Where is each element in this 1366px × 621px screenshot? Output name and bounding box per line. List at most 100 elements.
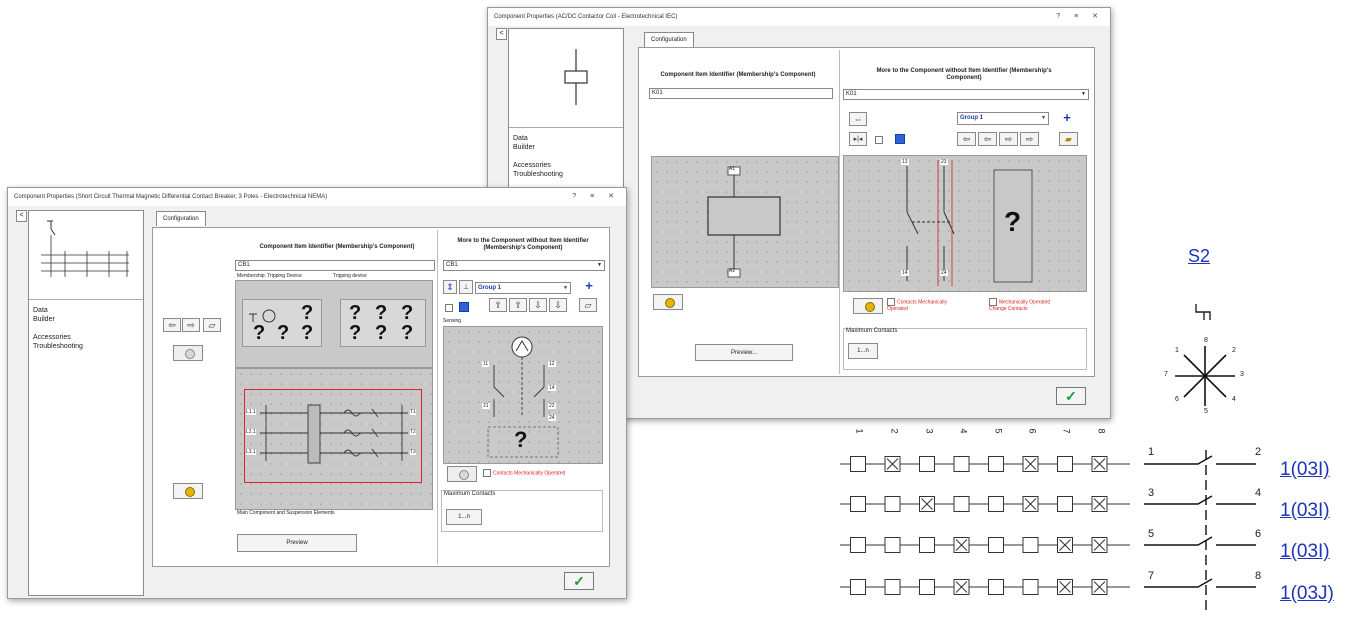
- schematic-title[interactable]: S2: [1188, 246, 1210, 267]
- tripping-device-slot-2: ? ? ? ? ? ?: [340, 299, 426, 347]
- circuit-breaker-properties-window: Component Properties (Short Circuit Ther…: [7, 187, 627, 599]
- truth-table-cell-open: [884, 537, 901, 553]
- preview-button[interactable]: Preview...: [695, 344, 793, 361]
- sidebar-item-troubleshooting[interactable]: Troubleshooting: [33, 342, 83, 351]
- sidebar-item-data[interactable]: Data: [33, 306, 83, 315]
- truth-table-cell-open: [953, 496, 970, 512]
- lightbulb-icon: [865, 302, 875, 312]
- move-right-button[interactable]: ⇨: [182, 318, 200, 332]
- auxiliary-contacts-area: 11 12 14 21 22 24 ?: [443, 326, 603, 464]
- move-down-alt-button[interactable]: ⇩: [549, 298, 567, 312]
- add-group-button[interactable]: +: [581, 279, 597, 293]
- sidebar-item-accessories[interactable]: Accessories: [33, 333, 83, 342]
- membership-component-select[interactable]: K01 ▼: [843, 89, 1089, 100]
- show-symbol-button[interactable]: [173, 345, 203, 361]
- ok-button[interactable]: ✓: [1056, 387, 1086, 405]
- sidebar-item-troubleshooting[interactable]: Troubleshooting: [513, 170, 563, 179]
- options-checkbox[interactable]: [875, 136, 885, 144]
- add-group-button[interactable]: +: [1059, 111, 1075, 125]
- move-left-button[interactable]: ⇦: [163, 318, 181, 332]
- contacts-mech-checkbox[interactable]: Contacts Mechanically Operated: [483, 469, 565, 477]
- chevron-down-icon: ▼: [563, 285, 568, 291]
- max-contacts-button[interactable]: 1...n: [848, 343, 878, 359]
- tab-configuration[interactable]: Configuration: [644, 32, 694, 47]
- window-controls[interactable]: ? ≡ ✕: [572, 188, 620, 206]
- cross-reference-link[interactable]: 1(03I): [1280, 459, 1330, 481]
- cross-reference-link[interactable]: 1(03I): [1280, 500, 1330, 522]
- truth-table-cell-open: [1057, 456, 1073, 472]
- truth-table-cell-open: [919, 579, 935, 595]
- group-select[interactable]: Group 1 ▼: [957, 112, 1049, 125]
- pole-label-l1: L1.1: [246, 409, 256, 415]
- move-left-button[interactable]: ⇦: [957, 132, 976, 146]
- collapse-sidebar-button[interactable]: <: [16, 210, 27, 222]
- configuration-panel: Component Item Identifier (Membership's …: [638, 47, 1095, 377]
- item-identifier-field[interactable]: K01: [649, 88, 833, 99]
- swap-up-down-button[interactable]: ⇕: [443, 280, 457, 294]
- coil-pin-a1: A1: [729, 166, 736, 172]
- move-down-button[interactable]: ⇩: [529, 298, 547, 312]
- column-number: 5: [993, 428, 1004, 434]
- grid-icon: [459, 302, 469, 312]
- eraser-button[interactable]: ▰: [1059, 132, 1078, 146]
- dial-position-8: 8: [1204, 337, 1208, 344]
- sub-label-tripping: Tripping device: [333, 273, 367, 279]
- pole-label-l3: L3.1: [246, 449, 256, 455]
- sidebar-item-builder[interactable]: Builder: [33, 315, 83, 324]
- pole-label-t2: T2: [410, 429, 416, 435]
- item-identifier-title: Component Item Identifier (Membership's …: [660, 72, 816, 78]
- cross-reference-link[interactable]: 1(03I): [1280, 541, 1330, 563]
- sidebar-item-data[interactable]: Data: [513, 134, 563, 143]
- change-contacts-checkbox[interactable]: Mechanically Operated Change Contacts: [989, 298, 1069, 312]
- show-aux-button[interactable]: [447, 466, 477, 482]
- window-title-bar[interactable]: Component Properties (AC/DC Contactor Co…: [488, 8, 1110, 26]
- move-left-alt-button[interactable]: ⇦: [978, 132, 997, 146]
- main-component-area: L1.1 L2.1 L3.1 T1 T2 T3: [235, 368, 433, 510]
- show-contacts-button[interactable]: [853, 298, 883, 314]
- max-contacts-group: Maximum Contacts 1...n: [441, 490, 603, 532]
- coil-symbol-icon: [564, 49, 588, 105]
- tripping-devices-area: ? ? ? ? ? ? ? ? ? ?: [235, 280, 433, 368]
- collapse-sidebar-button[interactable]: <: [496, 28, 507, 40]
- eraser-button[interactable]: ▱: [579, 298, 597, 312]
- dial-position-5: 5: [1204, 408, 1208, 415]
- window-controls[interactable]: ? ≡ ✕: [1056, 8, 1104, 26]
- show-main-button[interactable]: [173, 483, 203, 499]
- unknown-device-placeholder: ?: [301, 322, 314, 344]
- cross-reference-link[interactable]: 1(03J): [1280, 583, 1334, 605]
- truth-table-cell-open: [884, 579, 901, 595]
- ok-button[interactable]: ✓: [564, 572, 594, 590]
- swap-left-right-button[interactable]: ⇔: [849, 112, 867, 126]
- move-right-button[interactable]: ⇨: [999, 132, 1018, 146]
- window-title-bar[interactable]: Component Properties (Short Circuit Ther…: [8, 188, 626, 206]
- move-right-alt-button[interactable]: ⇨: [1020, 132, 1039, 146]
- truth-table: [840, 456, 1130, 595]
- show-symbol-button[interactable]: [653, 294, 683, 310]
- options-checkbox[interactable]: [445, 303, 455, 312]
- item-identifier-field[interactable]: CB1: [235, 260, 435, 271]
- pole-label-t1: T1: [410, 409, 416, 415]
- max-contacts-button[interactable]: 1...n: [446, 509, 482, 525]
- eraser-button[interactable]: ▱: [203, 318, 221, 332]
- main-component-frame: [244, 389, 422, 483]
- sidebar: Data Builder Accessories Troubleshooting: [28, 210, 144, 596]
- tab-configuration[interactable]: Configuration: [156, 211, 206, 226]
- unknown-device-placeholder: ?: [375, 322, 388, 344]
- truth-table-cell-open: [1022, 537, 1039, 553]
- mirror-button[interactable]: ▸|◂: [849, 132, 867, 146]
- mirror-button[interactable]: ⊥: [459, 280, 473, 294]
- dial-position-4: 4: [1232, 396, 1236, 403]
- preview-button[interactable]: Preview: [237, 534, 357, 552]
- truth-table-cell-open: [850, 456, 866, 472]
- membership-component-select[interactable]: CB1 ▼: [443, 260, 605, 271]
- coil-symbol-thumbnail: [509, 29, 623, 128]
- dial-position-6: 6: [1175, 396, 1179, 403]
- sidebar-item-builder[interactable]: Builder: [513, 143, 563, 152]
- grid-icon: [895, 134, 905, 144]
- group-select[interactable]: Group 1 ▼: [475, 282, 571, 294]
- contacts-mech-checkbox[interactable]: Contacts Mechanically Operated: [887, 298, 957, 312]
- move-up-button[interactable]: ⇧: [489, 298, 507, 312]
- sidebar-item-accessories[interactable]: Accessories: [513, 161, 563, 170]
- move-up-alt-button[interactable]: ⇧: [509, 298, 527, 312]
- coil-symbol-area: A1 A2: [651, 156, 839, 288]
